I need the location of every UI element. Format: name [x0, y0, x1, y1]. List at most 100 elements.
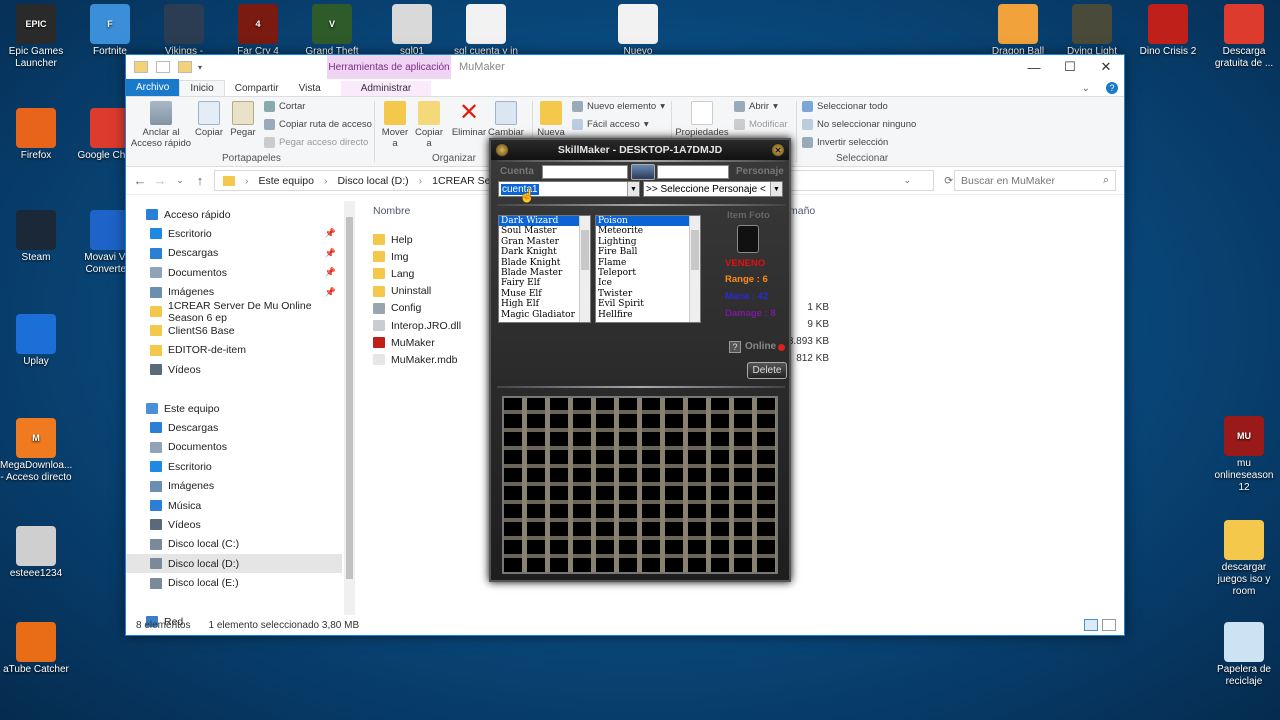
breadcrumb-item[interactable]: Este equipo — [259, 175, 314, 187]
cuenta-text-field[interactable] — [542, 165, 628, 179]
dinocrisis-shortcut[interactable]: Dino Crisis 2 — [1132, 4, 1204, 58]
skill-list-item[interactable]: Poison — [596, 216, 700, 227]
column-header-nombre[interactable]: Nombre — [373, 205, 410, 217]
close-button[interactable]: ✕ — [1088, 55, 1124, 79]
sql-text-shortcut[interactable]: sql cuenta y in — [450, 4, 522, 58]
properties-button[interactable]: Propiedades — [674, 101, 730, 138]
recent-dropdown-icon[interactable]: ⌄ — [170, 175, 190, 186]
class-list-item[interactable]: High Elf — [499, 299, 590, 309]
steam-shortcut[interactable]: Steam — [0, 210, 72, 264]
up-arrow-icon[interactable]: ↑ — [190, 173, 210, 188]
inventory-grid[interactable] — [502, 396, 778, 574]
move-to-button[interactable]: Mover a — [378, 101, 412, 149]
maximize-button[interactable]: ☐ — [1052, 55, 1088, 79]
file-row[interactable]: Interop.JRO.dll — [373, 317, 461, 334]
tab-compartir[interactable]: Compartir — [225, 81, 289, 96]
nav-item[interactable]: Descargas — [126, 418, 342, 437]
nav-item[interactable]: Documentos 📌 — [126, 263, 342, 282]
skill-list-item[interactable]: Evil Spirit — [596, 299, 700, 309]
class-list-item[interactable]: Soul Master — [499, 226, 590, 236]
paste-button[interactable]: Pegar — [226, 101, 260, 138]
pin-icon[interactable]: 📌 — [325, 228, 336, 239]
class-list-item[interactable]: Fairy Elf — [499, 278, 590, 288]
mu-online-shortcut[interactable]: MU mu onlineseason 12 — [1208, 416, 1280, 494]
fortnite-shortcut[interactable]: F Fortnite — [74, 4, 146, 58]
skill-list-item[interactable]: Flame — [596, 258, 700, 268]
nuevo-shortcut[interactable]: Nuevo — [602, 4, 674, 58]
chevron-down-icon[interactable]: ▼ — [770, 182, 782, 196]
details-view-icon[interactable] — [1084, 619, 1098, 631]
file-row[interactable]: Config — [373, 300, 421, 317]
skill-list-item[interactable]: Meteorite — [596, 226, 700, 236]
uplay-shortcut[interactable]: Uplay — [0, 314, 72, 368]
copy-to-button[interactable]: Copiar a — [412, 101, 446, 149]
esteee-shortcut[interactable]: esteee1234 — [0, 526, 72, 580]
megadownload-shortcut[interactable]: M MegaDownloa... - Acceso directo — [0, 418, 72, 484]
pin-icon[interactable]: 📌 — [325, 267, 336, 278]
sql-shortcut[interactable]: sql01 — [376, 4, 448, 58]
personaje-text-field[interactable] — [657, 165, 729, 179]
class-list-item[interactable]: Blade Master — [499, 268, 590, 278]
skill-list[interactable]: Poison Meteorite Lighting Fire Ball Flame Tel… — [595, 215, 701, 323]
large-icons-view-icon[interactable] — [1102, 619, 1116, 631]
help-question-icon[interactable]: ? — [729, 341, 741, 353]
new-folder-button[interactable]: Nueva — [534, 101, 568, 138]
nav-item[interactable]: Disco local (E:) — [126, 574, 342, 593]
class-list-item[interactable]: Dark Knight — [499, 247, 590, 257]
breadcrumb-item[interactable]: Disco local (D:) — [337, 175, 408, 187]
scrollbar-thumb[interactable] — [346, 217, 353, 579]
edit-button[interactable]: Modificar — [734, 119, 788, 130]
nav-item[interactable]: ClientS6 Base — [126, 321, 342, 340]
skill-list-item[interactable]: Ice — [596, 278, 700, 288]
easy-access-button[interactable]: Fácil acceso ▾ — [572, 119, 649, 130]
refresh-icon[interactable]: ⟳ — [944, 175, 953, 187]
skill-list-item[interactable]: Teleport — [596, 268, 700, 278]
file-row[interactable]: MuMaker — [373, 334, 435, 351]
firefox-shortcut[interactable]: Firefox — [0, 108, 72, 162]
descargar-juegos-shortcut[interactable]: descargar juegos iso y room — [1208, 520, 1280, 598]
file-row[interactable]: Help — [373, 231, 413, 248]
copy-button[interactable]: Copiar — [192, 101, 226, 138]
paste-shortcut-button[interactable]: Pegar acceso directo — [264, 137, 368, 148]
nav-item[interactable]: Vídeos — [126, 360, 342, 379]
tab-archivo[interactable]: Archivo — [126, 78, 180, 96]
copy-path-button[interactable]: Copiar ruta de acceso — [264, 119, 372, 130]
properties-icon[interactable] — [156, 61, 170, 73]
scrollbar-thumb[interactable] — [691, 230, 699, 270]
descarga-shortcut[interactable]: Descarga gratuita de ... — [1208, 4, 1280, 70]
invert-selection-button[interactable]: Invertir selección — [802, 137, 888, 148]
atube-shortcut[interactable]: aTube Catcher — [0, 622, 72, 676]
dyinglight-shortcut[interactable]: Dying Light — [1056, 4, 1128, 58]
skill-list-item[interactable]: Lighting — [596, 237, 700, 247]
class-list-scrollbar[interactable] — [579, 216, 590, 322]
skill-list-item[interactable]: Hellfire — [596, 310, 700, 320]
close-orb-icon[interactable]: ✕ — [771, 143, 785, 157]
class-list-item[interactable]: Gran Master — [499, 237, 590, 247]
search-input[interactable]: Buscar en MuMaker ⌕ — [954, 170, 1116, 191]
delete-skill-button[interactable]: Delete — [747, 362, 787, 379]
nav-item[interactable]: Acceso rápido — [126, 205, 342, 224]
skill-list-item[interactable]: Fire Ball — [596, 247, 700, 257]
tab-vista[interactable]: Vista — [289, 81, 331, 96]
skill-list-scrollbar[interactable] — [689, 216, 700, 322]
dragonball-shortcut[interactable]: Dragon Ball — [982, 4, 1054, 58]
back-arrow-icon[interactable]: ← — [130, 173, 150, 188]
class-list[interactable]: Dark Wizard Soul Master Gran Master Dark Kn… — [498, 215, 591, 323]
navigation-scrollbar[interactable] — [344, 201, 355, 615]
path-dropdown-icon[interactable]: ⌄ — [903, 175, 911, 186]
column-header-tamano[interactable]: maño — [789, 205, 815, 217]
nav-item[interactable]: Descargas 📌 — [126, 244, 342, 263]
tab-administrar[interactable]: Administrar — [340, 81, 432, 96]
class-list-item[interactable]: Dark Wizard — [499, 216, 590, 227]
class-list-item[interactable]: Magic Gladiator — [499, 310, 590, 320]
nav-item[interactable]: Vídeos — [126, 515, 342, 534]
farcry-shortcut[interactable]: 4 Far Cry 4 — [222, 4, 294, 58]
nav-item[interactable]: Escritorio 📌 — [126, 224, 342, 243]
nav-item[interactable]: Imágenes — [126, 477, 342, 496]
search-account-icon[interactable] — [631, 164, 655, 180]
class-list-item[interactable]: Blade Knight — [499, 258, 590, 268]
class-list-item[interactable]: Muse Elf — [499, 289, 590, 299]
delete-button[interactable]: ✕ Eliminar — [451, 101, 487, 139]
file-row[interactable]: Uninstall — [373, 283, 431, 300]
nav-item[interactable]: Música — [126, 496, 342, 515]
